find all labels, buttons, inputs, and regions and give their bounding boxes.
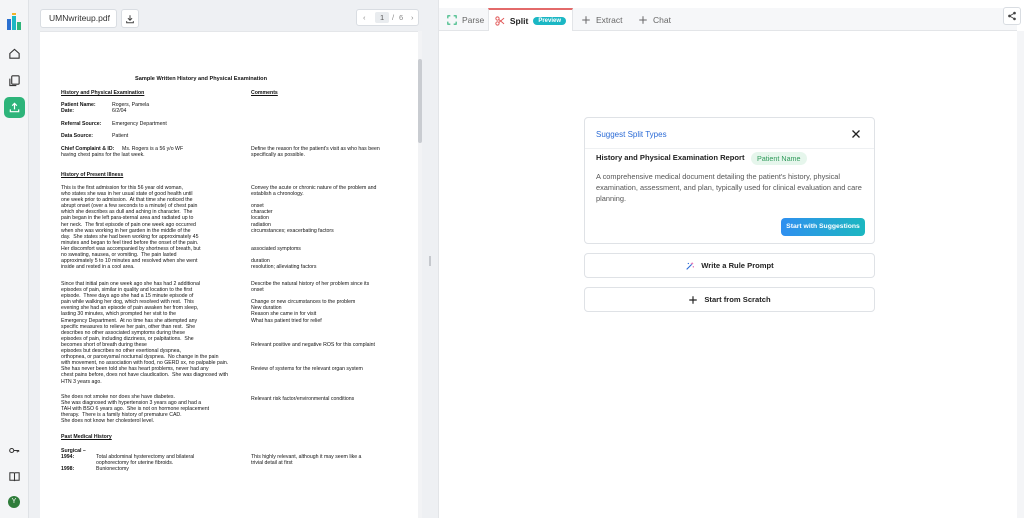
tab-split-label: Split <box>509 15 529 26</box>
close-icon[interactable] <box>851 129 861 139</box>
split-panel: Parse Split Preview Extract Chat Suggest… <box>438 0 1024 518</box>
write-rule-prompt-button[interactable]: Write a Rule Prompt <box>584 253 875 278</box>
date-value: 6/2/04 <box>112 108 127 114</box>
suggested-type-tag: Patient Name <box>751 152 807 165</box>
upload-button[interactable] <box>4 97 25 118</box>
surgery-2-text: Bunionectomy <box>96 466 129 472</box>
scan-icon <box>447 14 457 25</box>
text-line: She does not know her cholesterol level. <box>61 418 155 425</box>
date-label: Date: <box>61 108 74 114</box>
tab-chat-label: Chat <box>653 14 671 25</box>
file-name: UMNwriteup.pdf <box>49 13 110 23</box>
start-with-suggestions-button[interactable]: Start with Suggestions <box>781 218 865 236</box>
plus-icon <box>639 15 647 24</box>
tab-extract[interactable]: Extract <box>575 8 628 31</box>
hpi-paragraph-3: She does not smoke nor does she have dia… <box>61 394 209 424</box>
plus-icon <box>689 295 698 304</box>
download-button[interactable] <box>121 9 139 28</box>
pdf-page: Sample Written History and Physical Exam… <box>40 31 418 518</box>
share-button[interactable] <box>1003 7 1021 25</box>
file-name-chip: UMNwriteup.pdf <box>40 9 117 28</box>
user-avatar[interactable]: Y <box>8 496 20 508</box>
app-logo-icon[interactable] <box>6 13 22 31</box>
prev-page-button[interactable]: ‹ <box>363 13 366 22</box>
suggest-title: Suggest Split Types <box>596 130 667 139</box>
tab-extract-label: Extract <box>596 14 623 25</box>
download-icon <box>126 14 134 23</box>
document-toolbar: UMNwriteup.pdf ‹ 1 / 6 › <box>30 0 428 31</box>
tab-chat[interactable]: Chat <box>632 8 677 31</box>
comments-heading: Comments <box>251 90 278 96</box>
document-panel: UMNwriteup.pdf ‹ 1 / 6 › Sample Written … <box>30 0 428 518</box>
start-from-scratch-button[interactable]: Start from Scratch <box>584 287 875 312</box>
surgery-1-year: 1994: <box>61 454 75 460</box>
magic-wand-icon <box>686 261 695 270</box>
hpe-heading: History and Physical Examination <box>61 90 145 96</box>
text-line: Relevant positive and negative ROS for t… <box>251 341 375 348</box>
preview-badge: Preview <box>533 16 566 25</box>
scissors-icon <box>495 15 505 26</box>
cc-text-2: having chest pains for the last week. <box>61 152 145 158</box>
document-scroll-thumb[interactable] <box>418 59 422 143</box>
home-button[interactable] <box>4 43 25 64</box>
hpi-paragraph-1-comments: Convey the acute or chronic nature of th… <box>251 185 376 270</box>
right-panel-scrollbar[interactable] <box>1017 31 1024 518</box>
text-line: when she was working in her garden in th… <box>61 227 191 234</box>
data-source-value: Patient <box>112 133 129 139</box>
current-page-input[interactable]: 1 <box>375 12 390 23</box>
share-icon <box>1008 11 1016 21</box>
referral-label: Referral Source: <box>61 121 102 127</box>
hpi-heading: History of Present Illness <box>61 172 124 178</box>
text-line: chest pains before, does not have claudi… <box>61 372 228 379</box>
documents-button[interactable] <box>4 70 25 91</box>
referral-value: Emergency Department <box>112 121 167 127</box>
text-line: Review of systems for the relevant organ… <box>251 366 363 373</box>
tab-split[interactable]: Split Preview <box>488 8 573 31</box>
hpi-paragraph-2: Since that initial pain one week ago she… <box>61 281 228 385</box>
tab-parse-label: Parse <box>462 14 485 25</box>
text-line: inside and rested in a cool area. <box>61 264 135 271</box>
plus-icon <box>582 15 590 24</box>
text-line: HTN 3 years ago. <box>61 378 102 385</box>
surgery-comment-2: trivial detail at first <box>251 460 293 466</box>
upload-icon <box>9 102 20 113</box>
text-line: pain began in the left para-sternal area… <box>61 215 194 222</box>
text-line <box>251 379 375 385</box>
text-line: day. She states she had been working for… <box>61 233 199 240</box>
hpi-paragraph-3-comment: Relevant risk factor/environmental condi… <box>251 396 355 402</box>
surgery-2-year: 1998: <box>61 466 75 472</box>
resize-grip[interactable] <box>429 256 431 266</box>
page-separator: / <box>392 13 395 22</box>
document-scrollbar[interactable] <box>418 31 422 518</box>
text-line: Describe the natural history of her prob… <box>251 281 370 287</box>
copy-icon <box>9 75 20 87</box>
card-divider <box>585 148 874 149</box>
docs-button[interactable] <box>4 466 25 487</box>
suggest-split-card: Suggest Split Types History and Physical… <box>584 117 875 244</box>
panel-resize-handle[interactable] <box>428 0 438 518</box>
start-from-scratch-label: Start from Scratch <box>704 295 771 304</box>
next-page-button[interactable]: › <box>411 13 414 22</box>
write-rule-prompt-label: Write a Rule Prompt <box>701 261 774 270</box>
cc-comment-2: specifically as possible. <box>251 152 305 158</box>
pmh-heading: Past Medical History <box>61 434 112 440</box>
total-pages: 6 <box>399 13 404 22</box>
text-line: her neck. The first episode of pain one … <box>61 221 196 228</box>
mode-tabs: Parse Split Preview Extract Chat <box>439 8 1017 31</box>
home-icon <box>9 48 20 59</box>
book-icon <box>9 472 20 482</box>
left-rail: Y <box>0 0 29 518</box>
suggested-type-description: A comprehensive medical document detaili… <box>596 172 862 203</box>
hpi-paragraph-1: This is the first admission for this 56 … <box>61 185 201 270</box>
hpi-paragraph-2-comments: Describe the natural history of her prob… <box>251 281 375 385</box>
page-navigator: ‹ 1 / 6 › <box>356 9 419 26</box>
suggested-type-name: History and Physical Examination Report <box>596 153 745 162</box>
tab-parse[interactable]: Parse <box>441 8 490 31</box>
data-source-label: Data Source: <box>61 133 93 139</box>
key-icon <box>9 447 20 454</box>
text-line: resolution; alleviating factors <box>251 264 317 271</box>
api-key-button[interactable] <box>4 440 25 461</box>
doc-title: Sample Written History and Physical Exam… <box>135 76 268 82</box>
